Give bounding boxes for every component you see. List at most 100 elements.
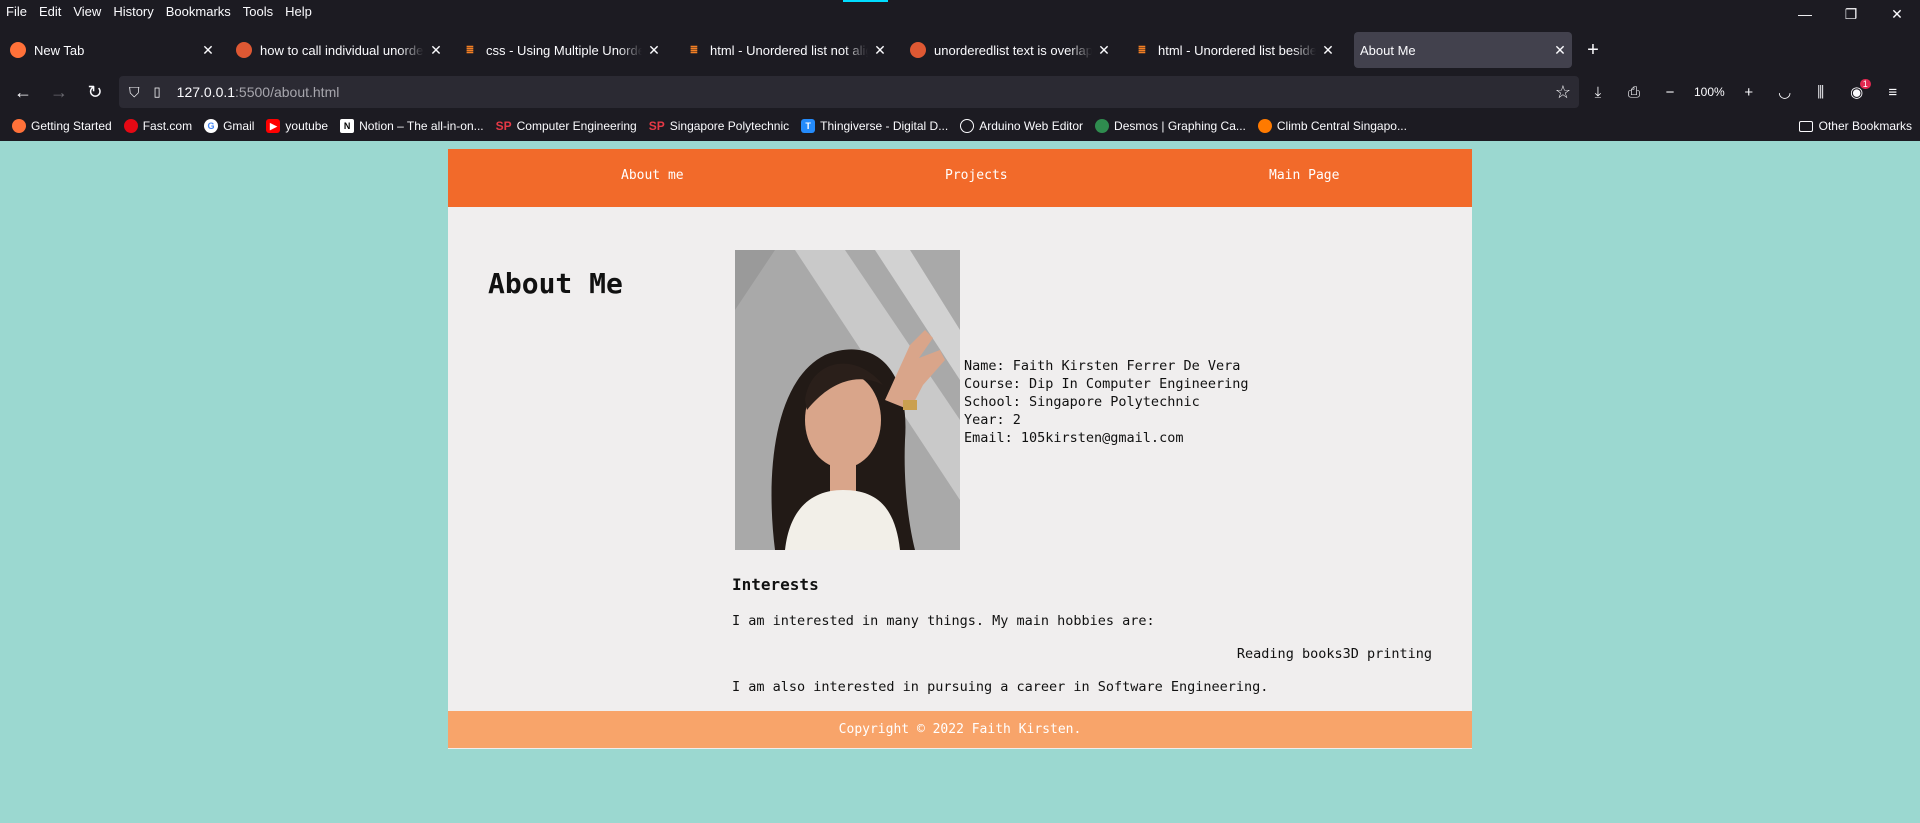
tab-label: css - Using Multiple Unordered Lists	[486, 42, 642, 58]
bookmark-singapore-polytechnic[interactable]: SP Singapore Polytechnic	[649, 119, 789, 133]
site-nav: About me Projects Main Page	[448, 149, 1472, 207]
tab-css-multiple[interactable]: ≣ css - Using Multiple Unordered Lists ✕	[452, 32, 666, 68]
bookmark-label: Notion – The all-in-on...	[359, 119, 484, 133]
menu-help[interactable]: Help	[279, 4, 318, 19]
copyright-text: Copyright © 2022 Faith Kirsten.	[838, 722, 1082, 737]
profile-photo	[735, 250, 960, 550]
menu-edit[interactable]: Edit	[33, 4, 67, 19]
bookmark-computer-engineering[interactable]: SP Computer Engineering	[496, 119, 637, 133]
interests-text: I am interested in many things. My main …	[732, 613, 1155, 629]
close-icon[interactable]: ✕	[1548, 42, 1572, 59]
menu-view[interactable]: View	[67, 4, 107, 19]
tab-new-tab[interactable]: New Tab ✕	[0, 32, 220, 68]
zoom-level[interactable]: 100%	[1688, 85, 1731, 99]
hobbies-list: Reading books 3D printing	[1237, 646, 1432, 662]
bookmark-label: Fast.com	[142, 119, 193, 133]
detail-year: Year: 2	[964, 412, 1021, 428]
url-text[interactable]: 127.0.0.1:5500/about.html	[177, 84, 340, 100]
new-tab-button[interactable]: +	[1581, 38, 1605, 62]
bookmark-climb-central[interactable]: Climb Central Singapo...	[1257, 119, 1407, 133]
other-bookmarks-label: Other Bookmarks	[1818, 119, 1912, 133]
tab-html-not-aligning[interactable]: ≣ html - Unordered list not aligning ✕	[676, 32, 892, 68]
bookmark-label: Gmail	[223, 119, 255, 133]
close-icon[interactable]: ✕	[868, 42, 892, 59]
shield-icon[interactable]: ⛉	[129, 84, 140, 101]
bookmark-youtube[interactable]: ▶ youtube	[266, 119, 328, 133]
url-path: :5500/about.html	[235, 84, 340, 100]
close-icon[interactable]: ✕	[424, 42, 448, 59]
bookmark-getting-started[interactable]: Getting Started	[12, 119, 112, 133]
speedometer-icon	[123, 119, 138, 133]
tab-label: unorderedlist text is overlapping	[934, 42, 1092, 58]
back-icon[interactable]: ←	[7, 76, 39, 108]
folder-icon	[1798, 120, 1813, 132]
tab-overlapping[interactable]: unorderedlist text is overlapping ✕	[900, 32, 1116, 68]
youtube-icon: ▶	[266, 119, 281, 133]
extension-icon[interactable]: ◉ 1	[1839, 76, 1875, 108]
tab-about-me[interactable]: About Me ✕	[1354, 32, 1572, 68]
bookmark-arduino[interactable]: Arduino Web Editor	[960, 119, 1083, 133]
tab-label: html - Unordered list not aligning	[710, 42, 868, 58]
close-icon[interactable]: ✕	[1092, 42, 1116, 59]
zoom-out-icon[interactable]: −	[1652, 76, 1688, 108]
bookmark-fast[interactable]: Fast.com	[123, 119, 193, 133]
minimize-button[interactable]: —	[1782, 0, 1828, 28]
close-icon[interactable]: ✕	[196, 42, 220, 59]
bookmark-label: Singapore Polytechnic	[669, 119, 790, 133]
page-icon[interactable]: ▯	[154, 84, 161, 100]
nav-about-me-link[interactable]: About me	[621, 168, 684, 183]
bookmark-gmail[interactable]: G Gmail	[204, 119, 254, 133]
firefox-icon	[12, 119, 26, 133]
thingiverse-icon: T	[801, 119, 816, 133]
zoom-in-icon[interactable]: +	[1731, 76, 1767, 108]
close-window-button[interactable]: ✕	[1874, 0, 1920, 28]
stackoverflow-icon: ≣	[1137, 44, 1147, 56]
nav-projects-link[interactable]: Projects	[945, 168, 1008, 183]
close-icon[interactable]: ✕	[642, 42, 666, 59]
menu-tools[interactable]: Tools	[237, 4, 279, 19]
tab-label: New Tab	[34, 42, 85, 58]
print-icon[interactable]: ⎙	[1616, 76, 1652, 108]
detail-course: Course: Dip In Computer Engineering	[964, 376, 1249, 392]
page-container: About me Projects Main Page About Me Nam…	[448, 149, 1472, 749]
menu-file[interactable]: File	[0, 4, 33, 19]
tab-label: html - Unordered list beside paragraph	[1158, 42, 1316, 58]
bookmarks-toolbar: Getting Started Fast.com G Gmail ▶ youtube…	[0, 114, 1920, 138]
bookmark-desmos[interactable]: Desmos | Graphing Ca...	[1095, 119, 1246, 133]
tab-label: how to call individual unordered list	[260, 42, 424, 58]
bookmark-label: youtube	[285, 119, 329, 133]
url-bar[interactable]: ⛉ ▯ 127.0.0.1:5500/about.html ☆	[119, 76, 1579, 108]
sp-logo-icon: SP	[495, 119, 512, 133]
close-icon[interactable]: ✕	[1316, 42, 1340, 59]
bookmark-star-icon[interactable]: ☆	[1555, 82, 1571, 103]
stackoverflow-icon: ≣	[465, 44, 475, 56]
bookmark-notion[interactable]: N Notion – The all-in-on...	[340, 119, 484, 133]
detail-name: Name: Faith Kirsten Ferrer De Vera	[964, 358, 1241, 374]
nav-main-page-link[interactable]: Main Page	[1269, 168, 1339, 183]
tab-bar: New Tab ✕ how to call individual unorder…	[0, 30, 1920, 70]
detail-email: Email: 105kirsten@gmail.com	[964, 430, 1184, 446]
bookmark-thingiverse[interactable]: T Thingiverse - Digital D...	[801, 119, 948, 133]
menu-history[interactable]: History	[107, 4, 159, 19]
detail-school: School: Singapore Polytechnic	[964, 394, 1200, 410]
hobby-item: Reading books	[1236, 646, 1343, 662]
library-icon[interactable]: ⫼	[1803, 76, 1839, 108]
reload-icon[interactable]: ↻	[79, 76, 111, 108]
duckduckgo-icon	[910, 42, 926, 58]
bookmark-label: Arduino Web Editor	[979, 119, 1084, 133]
bookmark-label: Thingiverse - Digital D...	[820, 119, 949, 133]
bookmark-label: Computer Engineering	[516, 119, 637, 133]
tab-beside-paragraph[interactable]: ≣ html - Unordered list beside paragraph…	[1124, 32, 1340, 68]
pocket-icon[interactable]: ◡	[1767, 76, 1803, 108]
nav-bar: ← → ↻ ⛉ ▯ 127.0.0.1:5500/about.html ☆ ⤓ …	[0, 76, 1920, 108]
save-to-pocket-icon[interactable]: ⤓	[1580, 76, 1616, 108]
restore-button[interactable]: ❐	[1828, 0, 1874, 28]
menu-bookmarks[interactable]: Bookmarks	[160, 4, 237, 19]
other-bookmarks[interactable]: Other Bookmarks	[1798, 119, 1912, 133]
tab-how-to-call[interactable]: how to call individual unordered list ✕	[226, 32, 448, 68]
forward-icon[interactable]: →	[43, 76, 75, 108]
interests-heading: Interests	[732, 575, 819, 594]
notion-icon: N	[340, 119, 355, 133]
stackoverflow-icon: ≣	[689, 44, 699, 56]
hamburger-menu-icon[interactable]: ≡	[1875, 76, 1911, 108]
